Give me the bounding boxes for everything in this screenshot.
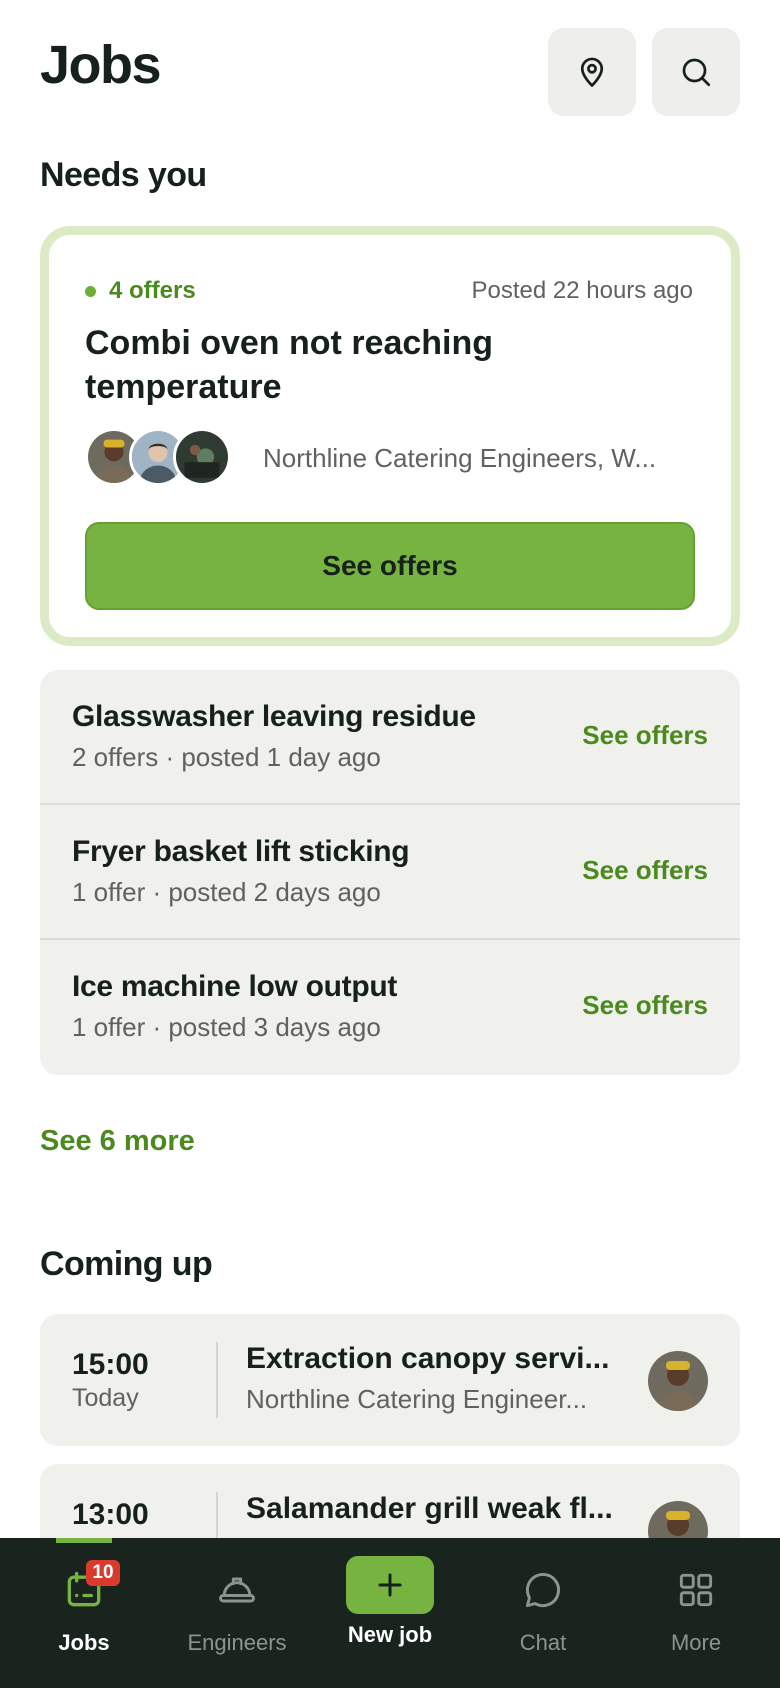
- job-time: 13:00: [72, 1498, 149, 1531]
- avatar: [173, 428, 231, 486]
- nav-label-chat: Chat: [519, 1630, 567, 1655]
- location-button[interactable]: [548, 28, 636, 116]
- plus-icon: [378, 1573, 402, 1597]
- jobs-screen: Jobs Needs you 4 offers Posted 22 hours …: [0, 0, 780, 1688]
- offers-count: 4 offers: [85, 277, 196, 305]
- nav-label-engineers: Engineers: [187, 1630, 287, 1655]
- nav-label-new-job: New job: [347, 1622, 433, 1647]
- search-icon: [682, 58, 711, 87]
- job-title: Glasswasher leaving residue: [72, 700, 476, 733]
- job-meta: 1 offer · posted 3 days ago: [72, 1012, 381, 1042]
- see-more-link[interactable]: See 6 more: [40, 1125, 195, 1158]
- list-item[interactable]: Glasswasher leaving residue 2 offers · p…: [40, 670, 740, 805]
- status-dot: [85, 285, 96, 297]
- avatar: [648, 1351, 708, 1411]
- nav-item-new-job[interactable]: New job: [312, 1538, 468, 1688]
- job-meta: 2 offers · posted 1 day ago: [72, 742, 381, 772]
- job-time: 15:00: [72, 1348, 149, 1381]
- nav-label-more: More: [670, 1630, 722, 1655]
- engineer-name: Northline Catering Engineer...: [246, 1384, 588, 1414]
- nav-item-more[interactable]: More: [618, 1538, 774, 1688]
- notification-badge: 10: [86, 1560, 120, 1586]
- posted-time: Posted 22 hours ago: [471, 277, 694, 304]
- page-title: Jobs: [40, 35, 162, 95]
- list-item[interactable]: Ice machine low output 1 offer · posted …: [40, 940, 740, 1075]
- offers-count-label: 4 offers: [109, 277, 196, 304]
- location-pin-icon: [580, 57, 604, 87]
- see-offers-link[interactable]: See offers: [582, 720, 708, 751]
- engineers-list: Northline Catering Engineers, W...: [263, 443, 657, 473]
- bottom-nav: Jobs 10 Engineers New job Chat More: [0, 1538, 780, 1688]
- job-title: Extraction canopy servi...: [246, 1342, 610, 1375]
- job-meta: 1 offer · posted 2 days ago: [72, 877, 381, 907]
- nav-item-engineers[interactable]: Engineers: [159, 1538, 315, 1688]
- featured-job-card[interactable]: 4 offers Posted 22 hours ago Combi oven …: [40, 226, 740, 646]
- section-title-coming-up: Coming up: [40, 1245, 213, 1283]
- see-offers-link[interactable]: See offers: [582, 990, 708, 1021]
- new-job-button[interactable]: [346, 1556, 434, 1614]
- job-title: Salamander grill weak fl...: [246, 1492, 613, 1525]
- engineer-avatars: [85, 428, 255, 486]
- section-title-needs-you: Needs you: [40, 156, 207, 194]
- job-day: Today: [72, 1384, 139, 1412]
- job-title: Combi oven not reaching temperature: [85, 324, 494, 406]
- upcoming-job-card[interactable]: 15:00 Today Extraction canopy servi... N…: [40, 1314, 740, 1446]
- grid-icon: [672, 1566, 720, 1614]
- see-offers-button[interactable]: See offers: [85, 522, 695, 610]
- job-title: Fryer basket lift sticking: [72, 835, 410, 868]
- chat-bubble-icon: [519, 1566, 567, 1614]
- divider: [216, 1342, 218, 1418]
- job-title: Ice machine low output: [72, 970, 398, 1003]
- hard-hat-icon: [213, 1566, 261, 1614]
- see-offers-link[interactable]: See offers: [582, 855, 708, 886]
- search-button[interactable]: [652, 28, 740, 116]
- nav-label-jobs: Jobs: [58, 1630, 110, 1655]
- nav-item-chat[interactable]: Chat: [465, 1538, 621, 1688]
- nav-item-jobs[interactable]: Jobs: [6, 1538, 162, 1688]
- offers-list: Glasswasher leaving residue 2 offers · p…: [40, 670, 740, 1075]
- list-item[interactable]: Fryer basket lift sticking 1 offer · pos…: [40, 805, 740, 940]
